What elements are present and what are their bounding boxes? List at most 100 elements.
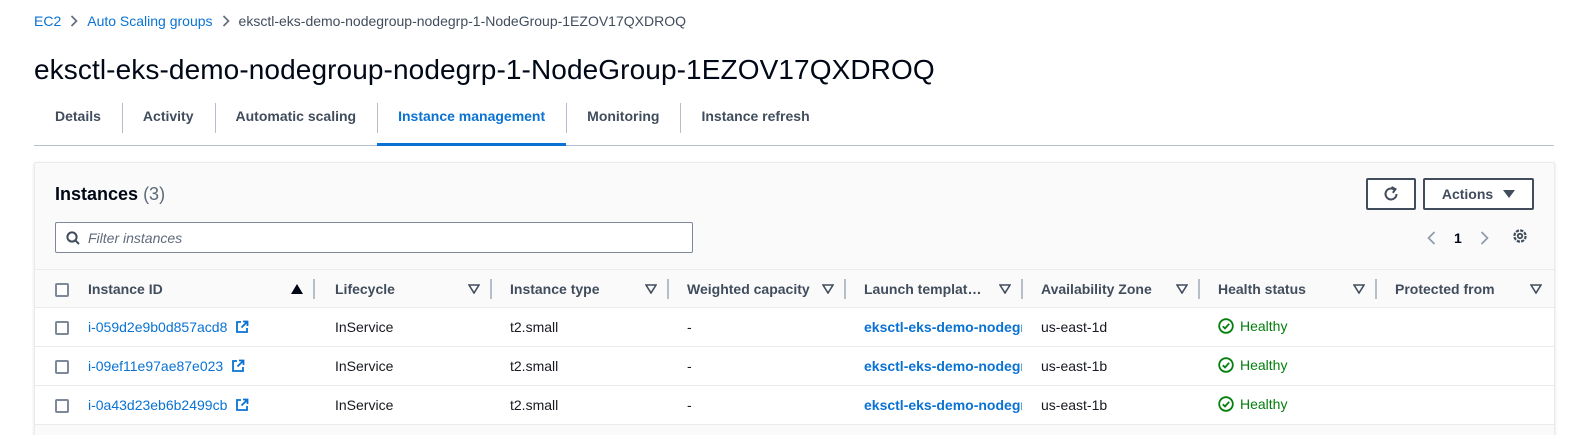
- column-header[interactable]: Weighted capacity: [669, 269, 846, 308]
- sort-descending-outline-icon: [645, 283, 657, 294]
- health-label: Healthy: [1240, 395, 1288, 412]
- instance-id-link[interactable]: i-09ef11e97ae87e023: [88, 358, 245, 374]
- tab-label: Automatic scaling: [235, 108, 357, 124]
- breadcrumb-current: eksctl-eks-demo-nodegroup-nodegrp-1-Node…: [238, 13, 686, 29]
- availability-zone-cell: us-east-1d: [1023, 307, 1200, 347]
- tab-monitoring[interactable]: Monitoring: [566, 101, 680, 145]
- chevron-left-icon[interactable]: [1420, 231, 1442, 245]
- chevron-right-icon: [222, 15, 230, 27]
- actions-button[interactable]: Actions: [1423, 178, 1534, 210]
- tab-instance-refresh[interactable]: Instance refresh: [680, 101, 830, 145]
- weighted-capacity-cell: -: [669, 307, 846, 347]
- availability-zone-cell: us-east-1b: [1023, 385, 1200, 425]
- tab-label: Monitoring: [587, 108, 660, 124]
- column-label: Health status: [1218, 280, 1306, 297]
- filter-instances-field[interactable]: [55, 222, 693, 253]
- gear-icon[interactable]: [1511, 227, 1529, 245]
- table-row[interactable]: i-0a43d23eb6b2499cb InService t2.small -…: [35, 385, 1554, 425]
- lifecycle-cell: InService: [315, 307, 492, 347]
- column-label: Availability Zone: [1041, 280, 1152, 297]
- protected-from-cell: [1377, 307, 1554, 347]
- sort-descending-outline-icon: [1176, 283, 1188, 294]
- column-header[interactable]: Instance ID: [88, 269, 315, 308]
- health-status: Healthy: [1218, 318, 1287, 334]
- column-label: Instance ID: [88, 280, 163, 297]
- weighted-capacity-cell: -: [669, 385, 846, 425]
- launch-template-link[interactable]: eksctl-eks-demo-nodegroup-nodegrp-1: [864, 319, 1022, 335]
- external-link-icon: [235, 320, 249, 334]
- tab-instance-management[interactable]: Instance management: [377, 101, 567, 146]
- external-link-icon: [235, 398, 249, 412]
- tab-details[interactable]: Details: [34, 101, 122, 145]
- status-positive-icon: [1218, 317, 1234, 334]
- instances-header: Instances (3): [55, 183, 165, 205]
- column-label: Launch templat…: [864, 280, 982, 297]
- search-icon: [66, 230, 80, 245]
- chevron-right-icon[interactable]: [1474, 231, 1496, 245]
- pagination: 1: [1420, 227, 1496, 249]
- column-label: Instance type: [510, 280, 600, 297]
- status-positive-icon: [1218, 356, 1234, 373]
- instance-type-cell: t2.small: [492, 307, 669, 347]
- protected-from-cell: [1377, 346, 1554, 386]
- sort-descending-outline-icon: [822, 283, 834, 294]
- lifecycle-cell: InService: [315, 385, 492, 425]
- row-checkbox[interactable]: [55, 360, 69, 375]
- instance-id: i-0a43d23eb6b2499cb: [88, 397, 228, 413]
- protected-from-cell: [1377, 385, 1554, 425]
- sort-descending-outline-icon: [1530, 283, 1542, 294]
- chevron-right-icon: [70, 15, 78, 27]
- column-header[interactable]: Protected from: [1377, 269, 1554, 308]
- health-status: Healthy: [1218, 357, 1287, 373]
- column-header[interactable]: Health status: [1200, 269, 1377, 308]
- instance-type-cell: t2.small: [492, 385, 669, 425]
- sort-descending-outline-icon: [468, 283, 480, 294]
- column-header[interactable]: Lifecycle: [315, 269, 492, 308]
- page-number[interactable]: 1: [1454, 230, 1462, 246]
- tab-activity[interactable]: Activity: [121, 101, 215, 145]
- health-label: Healthy: [1240, 317, 1288, 334]
- instances-table: Instance ID Lifecycle Instance type Weig…: [35, 269, 1554, 425]
- table-row[interactable]: i-09ef11e97ae87e023 InService t2.small -…: [35, 346, 1554, 386]
- health-status: Healthy: [1218, 396, 1287, 412]
- actions-label: Actions: [1441, 186, 1494, 202]
- refresh-button[interactable]: [1366, 178, 1416, 210]
- tab-label: Details: [55, 108, 101, 124]
- health-label: Healthy: [1240, 356, 1288, 373]
- external-link-icon: [231, 359, 245, 373]
- tab-automatic-scaling[interactable]: Automatic scaling: [214, 101, 378, 145]
- row-checkbox[interactable]: [55, 321, 69, 336]
- tab-label: Instance refresh: [701, 108, 810, 124]
- row-checkbox[interactable]: [55, 399, 69, 414]
- column-label: Lifecycle: [335, 280, 395, 297]
- table-row[interactable]: i-059d2e9b0d857acd8 InService t2.small -…: [35, 307, 1554, 347]
- table-header-row: Instance ID Lifecycle Instance type Weig…: [35, 269, 1554, 308]
- sort-descending-outline-icon: [1353, 283, 1365, 294]
- row-select-cell: [35, 346, 88, 386]
- refresh-icon: [1382, 185, 1400, 203]
- status-positive-icon: [1218, 395, 1234, 412]
- select-all-header: [35, 269, 88, 308]
- instance-id-link[interactable]: i-059d2e9b0d857acd8: [88, 319, 249, 335]
- lifecycle-cell: InService: [315, 346, 492, 386]
- instance-id: i-09ef11e97ae87e023: [88, 358, 224, 374]
- column-header[interactable]: Launch templat…: [846, 269, 1023, 308]
- tab-list: Details Activity Automatic scaling Insta…: [34, 101, 1554, 146]
- filter-instances-input[interactable]: [88, 229, 678, 246]
- column-header[interactable]: Availability Zone: [1023, 269, 1200, 308]
- tab-label: Instance management: [398, 108, 546, 124]
- instance-id-link[interactable]: i-0a43d23eb6b2499cb: [88, 397, 249, 413]
- breadcrumb-asg-link[interactable]: Auto Scaling groups: [87, 12, 212, 30]
- page-title: eksctl-eks-demo-nodegroup-nodegrp-1-Node…: [34, 54, 935, 85]
- availability-zone-cell: us-east-1b: [1023, 346, 1200, 386]
- breadcrumb-ec2-link[interactable]: EC2: [34, 12, 61, 30]
- caret-down-icon: [1503, 190, 1516, 198]
- instance-type-cell: t2.small: [492, 346, 669, 386]
- column-label: Weighted capacity: [687, 280, 810, 297]
- row-select-cell: [35, 307, 88, 347]
- select-all-checkbox[interactable]: [55, 282, 69, 297]
- launch-template-link[interactable]: eksctl-eks-demo-nodegroup-nodegrp-1: [864, 397, 1022, 413]
- column-header[interactable]: Instance type: [492, 269, 669, 308]
- weighted-capacity-cell: -: [669, 346, 846, 386]
- launch-template-link[interactable]: eksctl-eks-demo-nodegroup-nodegrp-1: [864, 358, 1022, 374]
